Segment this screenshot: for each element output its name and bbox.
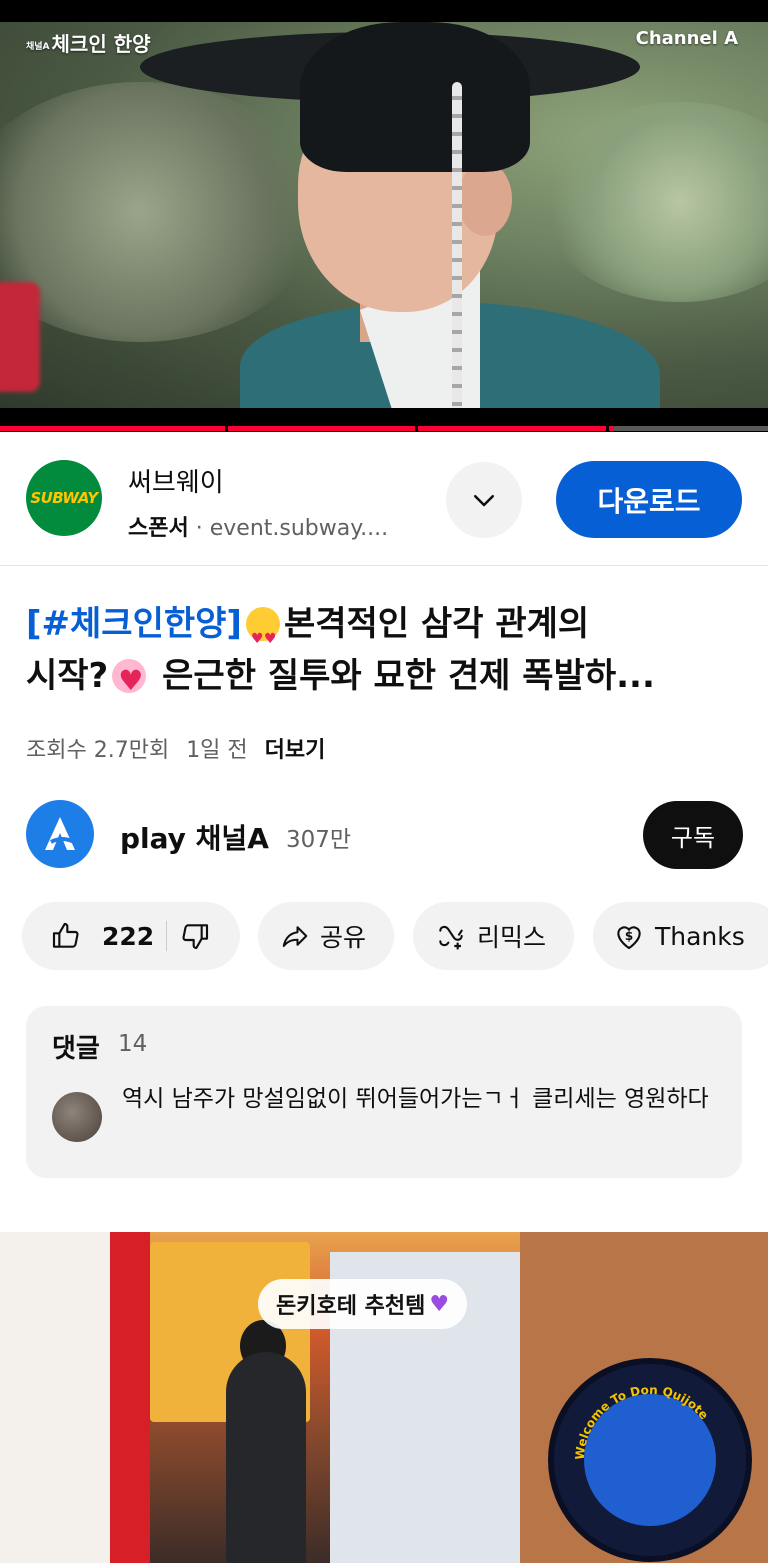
shopper-figure bbox=[226, 1352, 306, 1563]
caption-bubble: 돈키호테 추천템 ♥ bbox=[258, 1279, 468, 1329]
top-comment-text: 역시 남주가 망설임없이 뛰어들어가는ㄱㅓ 클리세는 영원하다 bbox=[122, 1086, 709, 1112]
video-title[interactable]: [#체크인한양]본격적인 삼각 관계의 시작? 은근한 질투와 묘한 견제 폭발… bbox=[26, 598, 746, 707]
purple-heart-icon: ♥ bbox=[429, 1291, 450, 1317]
remix-icon bbox=[439, 925, 463, 950]
comments-panel[interactable]: 댓글 14 역시 남주가 망설임없이 뛰어들어가는ㄱㅓ 클리세는 영원하다 bbox=[26, 1006, 742, 1178]
upload-age: 1일 전 bbox=[186, 738, 248, 763]
store-sign-text: Welcome To Don Quijote bbox=[573, 1383, 711, 1460]
thumbs-up-icon bbox=[52, 922, 79, 948]
video-frame[interactable] bbox=[0, 22, 768, 408]
share-button[interactable]: 공유 bbox=[258, 902, 394, 970]
share-arrow-icon bbox=[282, 926, 308, 947]
thumbs-down-icon bbox=[182, 924, 209, 950]
like-count: 222 bbox=[102, 921, 155, 951]
chevron-down-icon bbox=[474, 495, 494, 507]
video-player[interactable]: 채널A 체크인 한양 Channel A bbox=[0, 0, 768, 432]
don-quijote-sign: Welcome To Don Quijote bbox=[548, 1358, 752, 1562]
svg-text:Welcome To Don Quijote: Welcome To Don Quijote bbox=[573, 1383, 711, 1460]
two-hearts-emoji bbox=[112, 655, 147, 707]
channel-avatar[interactable] bbox=[26, 800, 94, 868]
smiling-hearts-emoji bbox=[245, 607, 280, 665]
like-dislike-group: 222 bbox=[22, 902, 240, 970]
channel-name[interactable]: play 채널A bbox=[120, 817, 269, 857]
play-channel-a-icon bbox=[45, 817, 75, 850]
progress-bar[interactable] bbox=[0, 426, 768, 431]
ad-advertiser: 써브웨이 bbox=[128, 468, 224, 498]
commenter-avatar bbox=[52, 1092, 102, 1142]
svg-text:$: $ bbox=[625, 929, 633, 943]
show-logo: 채널A 체크인 한양 bbox=[26, 32, 151, 56]
watch-sheet: SUBWAY 써브웨이 스폰서 · event.subway.... 다운로드 … bbox=[0, 432, 768, 1563]
ad-download-button[interactable]: 다운로드 bbox=[556, 461, 742, 538]
sponsored-ad[interactable]: SUBWAY 써브웨이 스폰서 · event.subway.... 다운로드 bbox=[0, 432, 768, 566]
ad-meta: 스폰서 · event.subway.... bbox=[128, 516, 389, 541]
broadcaster-logo: Channel A bbox=[635, 28, 738, 49]
store-poster bbox=[0, 1232, 110, 1563]
video-stats[interactable]: 조회수 2.7만회 1일 전 더보기 bbox=[26, 732, 325, 764]
sponsor-label: 스폰서 bbox=[128, 516, 189, 541]
dislike-button[interactable] bbox=[179, 920, 211, 952]
subscribe-button[interactable]: 구독 bbox=[643, 801, 743, 869]
more-link[interactable]: 더보기 bbox=[265, 738, 326, 763]
subway-logo[interactable]: SUBWAY bbox=[26, 460, 102, 536]
progress-fill bbox=[0, 426, 615, 431]
comments-heading: 댓글 bbox=[52, 1034, 100, 1064]
ad-url: event.subway.... bbox=[209, 516, 389, 541]
thanks-button[interactable]: $ Thanks bbox=[593, 902, 768, 970]
ad-expand-button[interactable] bbox=[446, 462, 522, 538]
subscriber-count: 307만 bbox=[286, 827, 352, 853]
view-count: 조회수 2.7만회 bbox=[26, 738, 170, 763]
title-hashtag[interactable]: [#체크인한양] bbox=[26, 604, 242, 644]
like-button[interactable]: 222 bbox=[50, 920, 154, 952]
action-bar: 222 공유 리믹스 $ Thanks bbox=[22, 902, 768, 970]
next-video-thumbnail[interactable]: Welcome To Don Quijote 돈키호테 추천템 ♥ bbox=[0, 1232, 768, 1563]
remix-button[interactable]: 리믹스 bbox=[413, 902, 574, 970]
heart-dollar-icon: $ bbox=[617, 926, 641, 950]
comments-count: 14 bbox=[118, 1031, 148, 1057]
